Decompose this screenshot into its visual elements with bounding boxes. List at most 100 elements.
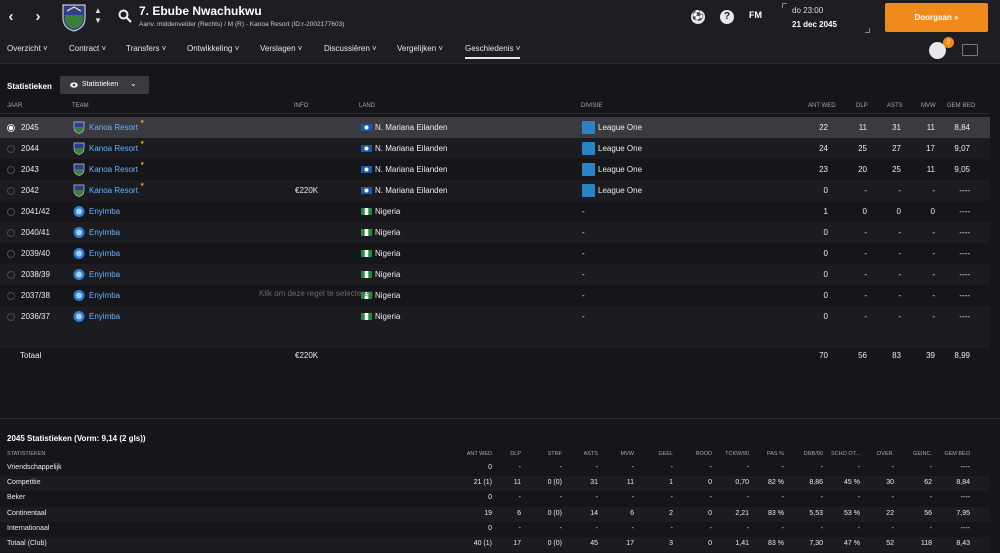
help-icon[interactable]: ? xyxy=(720,10,734,24)
season-row-value: 6 xyxy=(517,509,521,517)
date-time-box[interactable]: do 23:00 21 dec 2045 xyxy=(782,3,870,33)
chevron-down-icon[interactable]: ▼ xyxy=(93,16,103,26)
row-team-link[interactable]: Kanoa Resort xyxy=(89,165,138,174)
season-col-header[interactable]: MVW xyxy=(616,451,634,457)
season-col-header[interactable]: OVER. xyxy=(872,451,894,457)
season-row-value: 1,41 xyxy=(735,540,749,547)
col-team[interactable]: TEAM xyxy=(72,103,89,109)
forward-button[interactable]: › xyxy=(31,9,45,25)
row-country[interactable]: N. Mariana Eilanden xyxy=(375,144,447,153)
back-button[interactable]: ‹ xyxy=(4,9,18,25)
season-col-header[interactable]: DLP xyxy=(505,451,521,457)
row-select-radio[interactable] xyxy=(7,124,15,132)
row-select-radio[interactable] xyxy=(7,229,15,237)
row-country[interactable]: Nigeria xyxy=(375,312,400,321)
row-country[interactable]: Nigeria xyxy=(375,207,400,216)
season-col-header[interactable]: TCKW/90 xyxy=(722,451,749,457)
season-row-name: Beker xyxy=(7,494,26,502)
row-select-radio[interactable] xyxy=(7,145,15,153)
row-division[interactable]: League One xyxy=(598,186,642,195)
season-row-value: ---- xyxy=(960,464,970,471)
row-select-radio[interactable] xyxy=(7,271,15,279)
season-col-header[interactable]: STATISTIEKEN xyxy=(7,451,45,457)
row-country[interactable]: Nigeria xyxy=(375,270,400,279)
col-rating[interactable]: GEM BEO xyxy=(947,103,975,109)
season-col-header[interactable]: GEM BEO xyxy=(944,451,970,457)
col-division[interactable]: DIVISIE xyxy=(581,103,602,109)
tab-contract[interactable]: Contract ˅ xyxy=(69,44,106,53)
row-team-link[interactable]: Kanoa Resort xyxy=(89,123,138,132)
row-team-link[interactable]: Enyimba xyxy=(89,291,120,300)
row-mom: - xyxy=(932,249,935,258)
row-select-radio[interactable] xyxy=(7,292,15,300)
row-team-link[interactable]: Enyimba xyxy=(89,270,120,279)
tab-discuss[interactable]: Discussiëren ˅ xyxy=(324,44,377,53)
season-col-header[interactable]: GEINC. xyxy=(908,451,932,457)
table-row[interactable]: 2038/39 Enyimba Nigeria -0- - - ---- xyxy=(0,264,990,285)
player-subtitle[interactable]: Aanv. middenvelder (Rechts) / M (R) - Ka… xyxy=(139,21,344,28)
chevron-up-icon[interactable]: ▲ xyxy=(93,6,103,16)
row-team-link[interactable]: Enyimba xyxy=(89,312,120,321)
col-info[interactable]: INFO xyxy=(294,103,308,109)
tab-reports[interactable]: Verslagen ˅ xyxy=(260,44,302,53)
player-switcher[interactable]: ▲ ▼ xyxy=(93,6,103,28)
season-col-header[interactable]: SCHO OT... xyxy=(828,451,860,457)
table-row[interactable]: 2036/37 Enyimba Nigeria -0- - - ---- xyxy=(0,306,990,327)
row-team-link[interactable]: Enyimba xyxy=(89,228,120,237)
season-row-value: - xyxy=(518,464,521,471)
season-col-header[interactable]: DRB/90 xyxy=(796,451,823,457)
stats-dropdown[interactable]: Statistieken ⌄ xyxy=(60,76,149,94)
tab-overview[interactable]: Overzicht ˅ xyxy=(7,44,48,53)
table-row[interactable]: 2041/42 Enyimba Nigeria - 1 0 0 0 ---- xyxy=(0,201,990,222)
row-team-link[interactable]: Enyimba xyxy=(89,207,120,216)
season-col-header[interactable]: PAS % xyxy=(762,451,784,457)
table-row[interactable]: 2044 Kanoa Resort ★ N. Mariana Eilanden Leag… xyxy=(0,138,990,159)
table-row[interactable]: 2040/41 Enyimba Nigeria -0- - - ---- xyxy=(0,222,990,243)
row-select-radio[interactable] xyxy=(7,208,15,216)
row-select-radio[interactable] xyxy=(7,313,15,321)
row-country[interactable]: Nigeria xyxy=(375,228,400,237)
row-division[interactable]: League One xyxy=(598,144,642,153)
club-badge-icon[interactable] xyxy=(61,2,87,32)
row-division[interactable]: League One xyxy=(598,123,642,132)
row-select-radio[interactable] xyxy=(7,166,15,174)
continue-button[interactable]: Doorgaan » xyxy=(885,3,988,32)
row-country[interactable]: N. Mariana Eilanden xyxy=(375,165,447,174)
col-assists[interactable]: ASTS xyxy=(887,103,903,109)
screen-icon[interactable] xyxy=(962,44,978,56)
row-select-radio[interactable] xyxy=(7,187,15,195)
search-icon[interactable] xyxy=(118,9,132,23)
col-goals[interactable]: DLP xyxy=(856,103,868,109)
fm-logo[interactable]: FM xyxy=(749,10,762,20)
table-row[interactable]: 2042 Kanoa Resort ★ €220K N. Mariana Eilande… xyxy=(0,180,990,201)
season-col-header[interactable]: GEEL xyxy=(655,451,673,457)
row-country[interactable]: N. Mariana Eilanden xyxy=(375,186,447,195)
season-col-header[interactable]: ROOD xyxy=(690,451,713,457)
row-country[interactable]: N. Mariana Eilanden xyxy=(375,123,447,132)
col-country[interactable]: LAND xyxy=(359,103,375,109)
table-row[interactable]: 2037/38 Enyimba Nigeria -0- - - ---- xyxy=(0,285,990,306)
tab-transfers[interactable]: Transfers ˅ xyxy=(126,44,166,53)
table-row[interactable]: 2039/40 Enyimba Nigeria -0- - - ---- xyxy=(0,243,990,264)
table-row[interactable]: 2043 Kanoa Resort ★ N. Mariana Eilanden Leag… xyxy=(0,159,990,180)
season-col-header[interactable]: ASTS xyxy=(578,451,598,457)
row-select-radio[interactable] xyxy=(7,250,15,258)
col-year[interactable]: JAAR xyxy=(7,103,22,109)
tab-compare[interactable]: Vergelijken ˅ xyxy=(397,44,443,53)
tab-history[interactable]: Geschiedenis ˅ xyxy=(465,44,521,59)
col-apps[interactable]: ANT WED xyxy=(808,103,836,109)
flag-icon xyxy=(361,229,372,236)
season-col-header[interactable]: STRF xyxy=(540,451,562,457)
row-team-link[interactable]: Kanoa Resort xyxy=(89,186,138,195)
col-mom[interactable]: MVW xyxy=(921,103,936,109)
row-country[interactable]: Nigeria xyxy=(375,291,400,300)
row-team-link[interactable]: Kanoa Resort xyxy=(89,144,138,153)
row-tooltip: Klik om deze regel te selecteren xyxy=(259,289,373,298)
row-team-link[interactable]: Enyimba xyxy=(89,249,120,258)
row-division[interactable]: League One xyxy=(598,165,642,174)
season-col-header[interactable]: ANT WED xyxy=(460,451,492,457)
tab-development[interactable]: Ontwikkeling ˅ xyxy=(187,44,239,53)
ball-icon[interactable]: ⚽ xyxy=(691,10,705,24)
row-country[interactable]: Nigeria xyxy=(375,249,400,258)
table-row[interactable]: 2045 Kanoa Resort ★ N. Mariana Eilanden Leag… xyxy=(0,117,990,138)
